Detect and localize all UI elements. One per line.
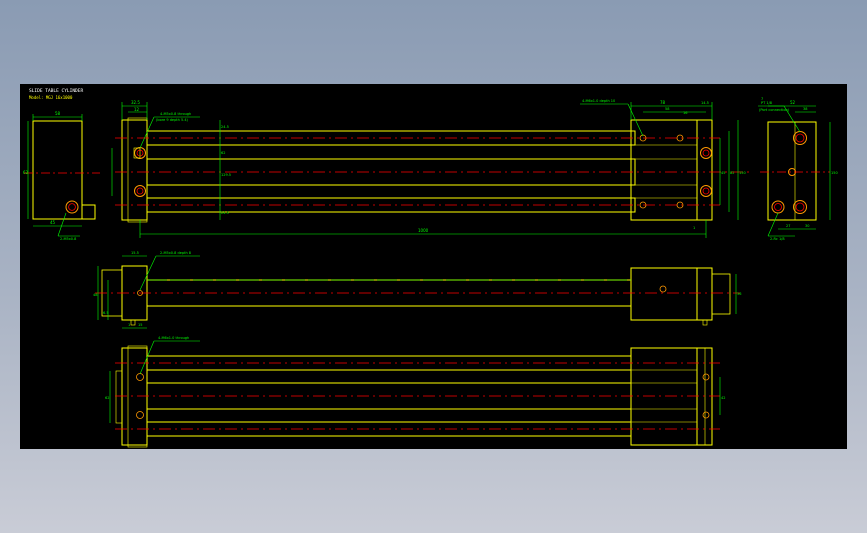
drawing-viewport: SLIDE TABLE CYLINDER Model: MGJ 16x1000 … <box>20 84 847 449</box>
dim-right-h3: 150 <box>739 171 746 175</box>
dim-mid-a: 1 <box>128 323 130 327</box>
callout-left-1: 4-M5x0.8 through <box>160 112 191 116</box>
dim-mid-left: 48 <box>93 293 97 297</box>
bottom-left-plate <box>121 347 148 446</box>
dim-vert-1: 24.5 <box>221 125 229 129</box>
dim-bottom-1: 1 <box>693 226 695 230</box>
dim-top-a: 32.5 <box>131 100 140 105</box>
right-port-bottom <box>700 185 712 197</box>
dim-side-bottom: 45 <box>50 220 56 225</box>
dim-bot-left: 62 <box>105 396 109 400</box>
bottom-carriage <box>630 347 698 446</box>
dim-side-left: 62 <box>23 170 29 175</box>
callout-right-top: 4-M6x1.0 depth 10 <box>582 99 615 103</box>
callout-end-2: (Port connection) <box>759 108 790 112</box>
front-view: 48 6.5 1 15 15.5 2-M5x0.8 depth 8 36 <box>93 251 741 329</box>
callout-end-1: PT 1/8 <box>761 101 772 105</box>
dim-right-e: 14.5 <box>701 101 709 105</box>
dim-right-c: 16 <box>683 111 687 115</box>
right-port-top <box>700 147 712 159</box>
bottom-view: 62 42 4-M6x1.0 through <box>105 336 725 448</box>
callout-mid: 2-M5x0.8 depth 8 <box>160 251 191 255</box>
dim-mid-b: 15 <box>138 323 142 327</box>
dim-stroke: 1000 <box>418 228 429 233</box>
dim-top-b: 12 <box>134 107 140 112</box>
end-port-bottom-left <box>771 200 785 214</box>
side-tab <box>81 204 96 220</box>
dim-end-b1: 27 <box>786 224 790 228</box>
left-port-bottom <box>134 185 146 197</box>
dim-mid-top: 15.5 <box>131 251 139 255</box>
callout-left-2: (bore 9 depth 5.4) <box>156 118 189 122</box>
end-port-bottom-right <box>793 200 807 214</box>
end-port-top <box>793 131 807 145</box>
title-line-2: Model: MGJ 16x1000 <box>29 95 73 100</box>
left-side-view: 58 45 62 2-M5x0.8 <box>23 111 100 241</box>
dim-end-b2: 30 <box>805 224 809 228</box>
dim-bot-right: 42 <box>721 396 725 400</box>
dim-right-a: 78 <box>660 100 666 105</box>
dim-end-top-a: 52 <box>790 100 796 105</box>
side-port-hole <box>65 200 79 214</box>
front-carriage <box>630 267 698 321</box>
dim-vert-2: 62 <box>221 151 225 155</box>
cad-drawing: SLIDE TABLE CYLINDER Model: MGJ 16x1000 … <box>23 88 838 448</box>
dim-right-b: 58 <box>665 107 669 111</box>
dim-vert-4: 24.5 <box>221 211 229 215</box>
dim-end-top-b: 38 <box>803 107 807 111</box>
dim-mid-right: 36 <box>737 292 741 296</box>
dim-mid-left2: 6.5 <box>103 311 109 315</box>
end-view: 52 38 7 150 PT 1/8 (Port connection) 27 … <box>758 97 838 241</box>
dim-end-h: 150 <box>831 171 838 175</box>
title-line-1: SLIDE TABLE CYLINDER <box>29 88 83 94</box>
dim-right-h2: 82 <box>730 171 734 175</box>
top-view: 32.5 12 4-M5x0.8 through (bore 9 depth 5… <box>111 99 750 238</box>
dim-side-top: 58 <box>55 111 61 116</box>
dim-vert-3: 129.5 <box>221 173 231 177</box>
callout-bot: 4-M6x1.0 through <box>158 336 189 340</box>
dim-right-h1: 45 <box>721 171 725 175</box>
callout-end-bottom: 2-Rc 1/8 <box>770 237 785 241</box>
callout-side-bottom: 2-M5x0.8 <box>60 237 76 241</box>
